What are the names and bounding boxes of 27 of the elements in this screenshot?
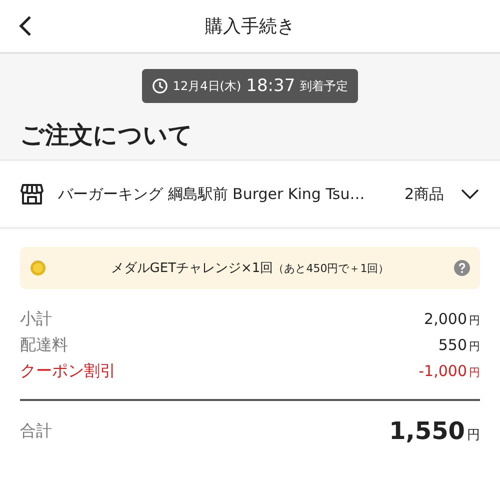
total-label: 合計 (20, 420, 52, 442)
medal-note: （あと450円で＋1回） (273, 262, 390, 275)
arrival-date: 12月4日(木) (172, 78, 242, 94)
fee-label: クーポン割引 (20, 361, 116, 382)
medal-icon (30, 260, 46, 276)
yen-unit: 円 (469, 340, 480, 353)
fee-label: 小計 (20, 309, 52, 330)
medal-text: メダルGETチャレンジ×1回 (110, 261, 274, 276)
fee-amount: -1,000 (418, 362, 467, 380)
item-count: 2商品 (404, 184, 444, 204)
arrival-time: 18:37 (246, 76, 296, 96)
fee-amount: 550 (438, 336, 467, 354)
store-icon (20, 183, 44, 205)
clock-icon (152, 78, 168, 94)
yen-unit: 円 (469, 314, 480, 327)
back-icon[interactable] (18, 15, 32, 37)
total-amount: 1,550 (389, 417, 465, 445)
section-title: ご注文について (20, 120, 194, 151)
help-icon[interactable] (454, 260, 470, 276)
store-row[interactable]: バーガーキング 綱島駅前 Burger King Tsu… 2商品 (0, 161, 500, 229)
arrival-label: 到着予定 (300, 78, 348, 94)
fee-amount: 2,000 (424, 310, 467, 328)
page-title: 購入手続き (205, 15, 295, 38)
fee-label: 配達料 (20, 335, 68, 356)
yen-unit: 円 (467, 428, 480, 443)
yen-unit: 円 (469, 366, 480, 379)
store-name: バーガーキング 綱島駅前 Burger King Tsu… (58, 184, 366, 204)
